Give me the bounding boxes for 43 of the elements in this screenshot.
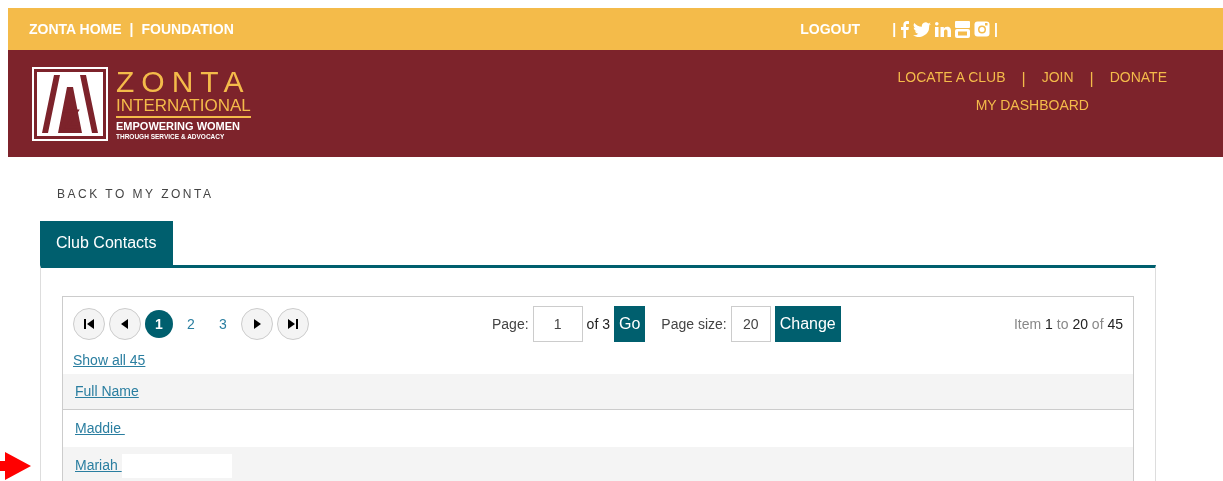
column-header-link[interactable]: Full Name: [75, 381, 139, 402]
contact-name-link[interactable]: Mariah: [75, 455, 122, 476]
change-button[interactable]: Change: [774, 306, 841, 342]
show-all-link[interactable]: Show all 45: [73, 352, 146, 368]
nav-link-text[interactable]: LOCATE A CLUB: [897, 66, 1006, 91]
nav-link-text[interactable]: DONATE: [1109, 66, 1167, 91]
logo-tagline: EMPOWERING WOMEN: [116, 120, 242, 132]
separator-text: |: [129, 19, 134, 39]
video-icon[interactable]: [955, 20, 971, 38]
separator-text: |: [1089, 68, 1094, 89]
page-count: of 3: [586, 314, 610, 334]
logo-subtitle: INTERNATIONAL: [116, 96, 251, 118]
bird-icon[interactable]: [913, 21, 932, 37]
emblem-icon: [32, 66, 108, 141]
page-button[interactable]: 2: [177, 310, 205, 338]
page-size-label: Page size:: [661, 314, 727, 334]
nav-link-text[interactable]: MY DASHBOARD: [975, 94, 1089, 116]
previous-page-icon: [120, 319, 130, 329]
go-button[interactable]: Go: [613, 306, 646, 342]
contact-name-link[interactable]: Maddie: [75, 418, 125, 439]
separator-text: |: [892, 19, 897, 39]
next-page-button[interactable]: [241, 308, 273, 340]
first-page-button[interactable]: [73, 308, 105, 340]
last-page-button[interactable]: [277, 308, 309, 340]
back-link[interactable]: BACK TO MY ZONTA: [57, 187, 214, 201]
page-button[interactable]: 1: [145, 310, 173, 338]
page-size-input[interactable]: 20: [730, 306, 771, 342]
linkedin-icon[interactable]: [935, 21, 952, 37]
page-label: Page:: [492, 314, 529, 334]
camera-icon[interactable]: [974, 21, 991, 37]
previous-page-button[interactable]: [109, 308, 141, 340]
separator-text: |: [994, 19, 998, 39]
page-input[interactable]: 1: [532, 306, 583, 342]
next-page-icon: [252, 319, 262, 329]
first-page-icon: [84, 319, 94, 329]
facebook-icon[interactable]: [900, 20, 910, 38]
last-page-icon: [288, 319, 298, 329]
page-button[interactable]: 3: [209, 310, 237, 338]
separator-text: |: [1021, 68, 1026, 89]
tab[interactable]: Club Contacts: [40, 221, 173, 265]
item-summary: Item 1 to 20 of 45: [1014, 314, 1123, 334]
nav-link-text[interactable]: JOIN: [1041, 66, 1074, 91]
logo-title: ZONTA: [116, 66, 251, 97]
